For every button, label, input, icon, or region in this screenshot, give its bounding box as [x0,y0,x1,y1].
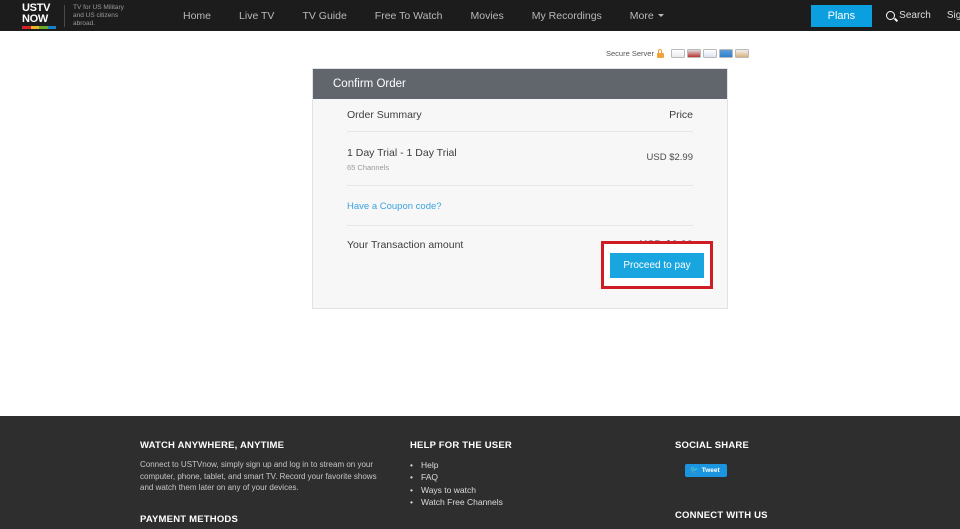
footer-column-watch: WATCH ANYWHERE, ANYTIME Connect to USTVn… [140,440,380,529]
tweet-label: Tweet [701,467,720,474]
price-column-header: Price [669,109,693,121]
sign-in-link[interactable]: Sign In [947,10,960,21]
panel-body: Order Summary Price 1 Day Trial - 1 Day … [313,99,727,308]
logo-line-1: USTV [22,1,51,14]
nav-label: More [629,9,654,22]
order-item-channels: 65 Channels [347,163,390,172]
nav-label: Free To Watch [374,9,443,22]
site-tagline: TV for US Military and US citizens abroa… [73,3,124,27]
visa-card-icon [702,49,717,58]
footer-column-help: HELP FOR THE USER Help FAQ Ways to watch… [410,440,630,509]
proceed-to-pay-button[interactable]: Proceed to pay [610,252,704,278]
order-line-item: 1 Day Trial - 1 Day Trial 65 Channels US… [347,132,693,186]
nav-item-movies[interactable]: Movies [457,10,518,22]
nav-item-tv-guide[interactable]: TV Guide [288,10,360,22]
proceed-to-pay-highlight: Proceed to pay [601,241,713,289]
chevron-down-icon [657,14,664,18]
nav-label: My Recordings [531,9,602,22]
mastercard-card-icon [686,49,701,58]
order-summary-header-row: Order Summary Price [347,99,693,132]
coupon-code-link[interactable]: Have a Coupon code? [347,201,442,212]
secure-server-label: Secure Server [606,49,654,58]
footer-link-help[interactable]: Help [410,459,630,472]
footer-heading-help: HELP FOR THE USER [410,440,512,451]
site-logo[interactable]: USTV NOW TV for US Military and US citiz… [0,0,145,31]
footer-help-list: Help FAQ Ways to watch Watch Free Channe… [410,459,630,509]
search-button[interactable]: Search [886,10,931,21]
panel-header: Confirm Order [313,69,727,99]
amex-card-icon [718,49,733,58]
footer-heading-payment-methods: PAYMENT METHODS [140,513,239,525]
nav-item-my-recordings[interactable]: My Recordings [518,10,616,22]
paypal-card-icon [670,49,685,58]
transaction-amount-label: Your Transaction amount [347,239,464,251]
header-actions: Plans Search Sign In [810,0,960,31]
nav-item-home[interactable]: Home [169,10,225,22]
search-label: Search [899,10,931,21]
confirm-order-panel: Confirm Order Order Summary Price 1 Day … [312,68,728,309]
order-item-price: USD $2.99 [646,152,693,163]
page-title: Confirm Order [333,78,406,90]
footer-column-social: SOCIAL SHARE 🐦 Tweet CONNECT WITH US f 🐦… [675,440,915,529]
main-navigation: Home Live TV TV Guide Free To Watch Movi… [169,10,678,22]
coupon-row: Have a Coupon code? [347,186,693,226]
page-root: USTV NOW TV for US Military and US citiz… [0,0,960,529]
nav-item-live-tv[interactable]: Live TV [225,10,288,22]
order-summary-label: Order Summary [347,109,422,121]
logo-divider [64,4,65,27]
footer-link-watch-free-channels[interactable]: Watch Free Channels [410,496,630,509]
footer-heading-social-share: SOCIAL SHARE [675,440,750,451]
tweet-button[interactable]: 🐦 Tweet [685,464,727,477]
logo-line-2: NOW [22,12,48,25]
nav-item-more[interactable]: More [616,10,678,22]
plans-button[interactable]: Plans [810,4,873,27]
footer-heading-watch: WATCH ANYWHERE, ANYTIME [140,440,285,451]
nav-label: Home [183,9,212,22]
nav-item-free-to-watch[interactable]: Free To Watch [361,10,457,22]
logo-color-bar [22,25,56,29]
nav-label: TV Guide [302,9,347,22]
site-header: USTV NOW TV for US Military and US citiz… [0,0,960,31]
nav-label: Live TV [239,9,275,22]
search-icon [886,11,896,20]
nav-label: Movies [470,9,504,22]
secure-server-badge: Secure Server [606,49,749,58]
lock-icon [656,49,664,58]
discover-card-icon [734,49,749,58]
payment-card-icons [670,49,749,58]
footer-watch-body: Connect to USTVnow, simply sign up and l… [140,460,377,492]
footer-heading-connect: CONNECT WITH US [675,510,768,521]
panel-actions: Back Proceed to pay [347,241,713,308]
footer-link-faq[interactable]: FAQ [410,471,630,484]
site-footer: WATCH ANYWHERE, ANYTIME Connect to USTVn… [0,416,960,529]
order-item-name: 1 Day Trial - 1 Day Trial [347,147,457,159]
footer-link-ways-to-watch[interactable]: Ways to watch [410,484,630,497]
twitter-bird-icon: 🐦 [690,467,699,474]
